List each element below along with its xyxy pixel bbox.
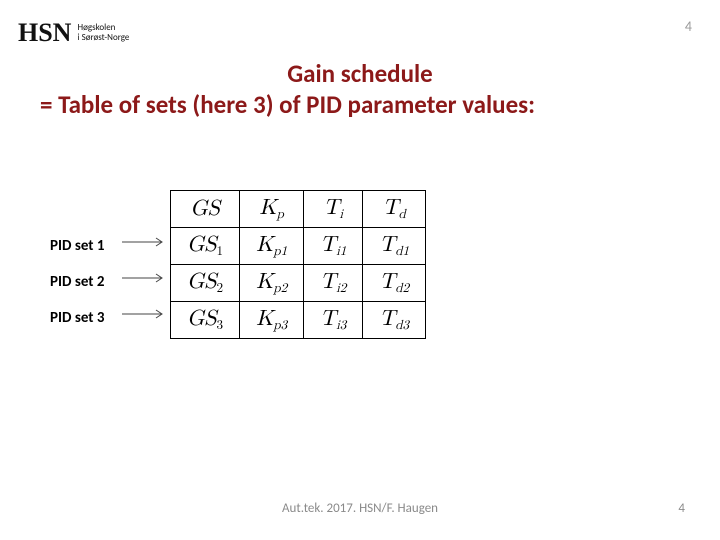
parameter-table: GS Kp Ti Td GS1 Kp1 Ti1 Td1 GS2 Kp2 Ti2 … bbox=[170, 190, 426, 339]
row-labels: PID set 1 PID set 2 PID set 3 bbox=[50, 228, 104, 336]
table-row: GS1 Kp1 Ti1 Td1 bbox=[171, 227, 426, 264]
cell-td2: Td2 bbox=[363, 264, 426, 301]
cell-ti3: Ti3 bbox=[304, 301, 363, 338]
cell-kp1: Kp1 bbox=[240, 227, 304, 264]
cell-ti2: Ti2 bbox=[304, 264, 363, 301]
cell-td1: Td1 bbox=[363, 227, 426, 264]
slide: HSN Høgskolen i Sørøst-Norge 4 Gain sche… bbox=[0, 0, 720, 540]
row-label-2: PID set 2 bbox=[50, 264, 104, 300]
row-label-3: PID set 3 bbox=[50, 300, 104, 336]
row-label-1: PID set 1 bbox=[50, 228, 104, 264]
table-row: GS2 Kp2 Ti2 Td2 bbox=[171, 264, 426, 301]
page-number-bottom: 4 bbox=[678, 501, 685, 516]
hdr-td: Td bbox=[363, 191, 426, 228]
hdr-ti: Ti bbox=[304, 191, 363, 228]
footer-text: Aut.tek. 2017. HSN/F. Haugen bbox=[0, 501, 720, 516]
logo-text: Høgskolen i Sørøst-Norge bbox=[77, 23, 129, 43]
table-header-row: GS Kp Ti Td bbox=[171, 191, 426, 228]
logo-mark: HSN bbox=[18, 18, 71, 48]
logo: HSN Høgskolen i Sørøst-Norge bbox=[18, 18, 129, 48]
cell-gs3: GS3 bbox=[171, 301, 240, 338]
arrow-icon-2 bbox=[122, 272, 170, 284]
title-block: Gain schedule = Table of sets (here 3) o… bbox=[40, 58, 680, 120]
cell-kp3: Kp3 bbox=[240, 301, 304, 338]
arrow-icon-3 bbox=[122, 308, 170, 320]
parameter-table-wrap: GS Kp Ti Td GS1 Kp1 Ti1 Td1 GS2 Kp2 Ti2 … bbox=[170, 190, 426, 339]
page-number-top: 4 bbox=[685, 18, 692, 35]
hdr-gs: GS bbox=[171, 191, 240, 228]
cell-gs1: GS1 bbox=[171, 227, 240, 264]
hdr-kp: Kp bbox=[240, 191, 304, 228]
table-row: GS3 Kp3 Ti3 Td3 bbox=[171, 301, 426, 338]
title-line1: Gain schedule bbox=[40, 58, 680, 89]
cell-gs2: GS2 bbox=[171, 264, 240, 301]
cell-kp2: Kp2 bbox=[240, 264, 304, 301]
arrow-icon-1 bbox=[122, 236, 170, 248]
cell-td3: Td3 bbox=[363, 301, 426, 338]
title-line2: = Table of sets (here 3) of PID paramete… bbox=[40, 89, 680, 120]
cell-ti1: Ti1 bbox=[304, 227, 363, 264]
logo-line2: i Sørøst-Norge bbox=[77, 32, 129, 43]
